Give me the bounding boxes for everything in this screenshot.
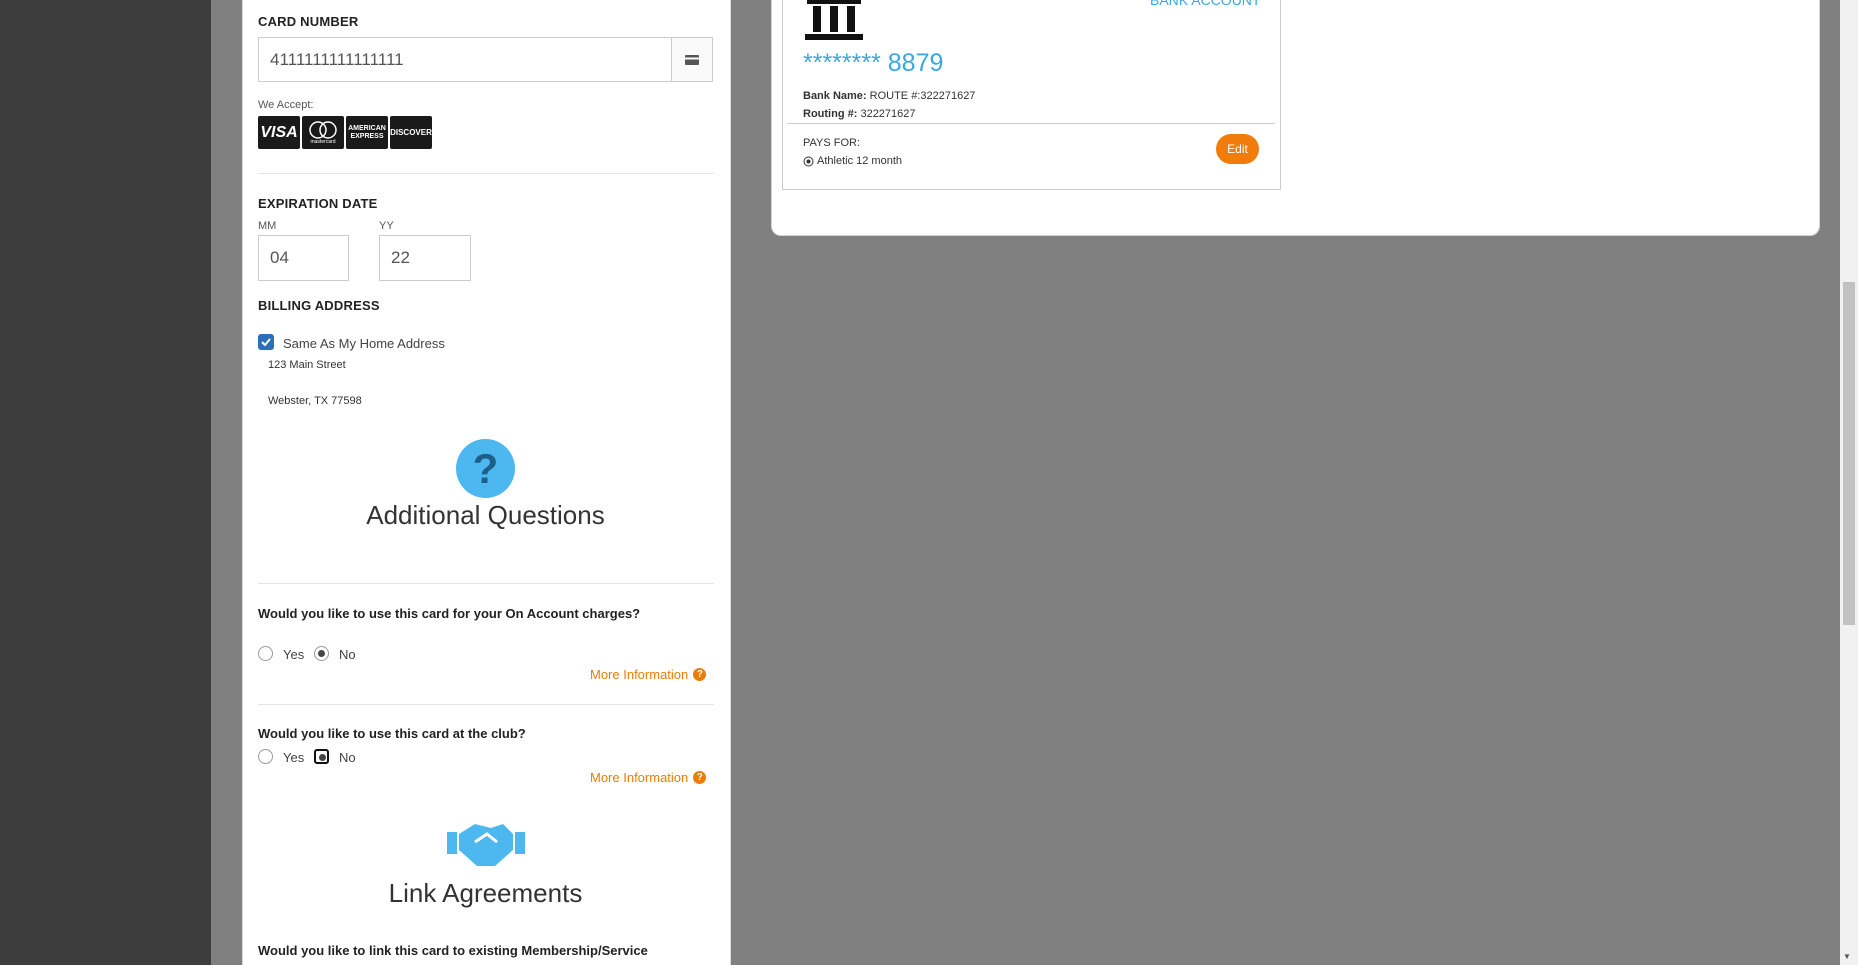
on-account-yes-radio[interactable] — [258, 646, 273, 661]
additional-questions-title: Additional Questions — [366, 500, 605, 530]
pays-for-item: Athletic 12 month — [803, 155, 902, 167]
expiration-date-label: EXPIRATION DATE — [258, 196, 378, 211]
card-number-input[interactable]: 4111111111111111 — [258, 37, 672, 82]
more-information-label: More Information — [590, 667, 689, 682]
more-information-label: More Information — [590, 770, 689, 785]
card-number-label: CARD NUMBER — [258, 14, 359, 29]
mastercard-logo: mastercard — [302, 116, 344, 149]
discover-logo: DISCOVER — [390, 116, 432, 149]
routing-row: Routing #: 322271627 — [803, 108, 916, 120]
link-membership-question: Would you like to link this card to exis… — [258, 943, 648, 958]
club-use-no-radio[interactable] — [314, 749, 329, 764]
pays-for-label: PAYS FOR: — [803, 137, 861, 149]
billing-address-label: BILLING ADDRESS — [258, 298, 380, 313]
club-use-yes-radio[interactable] — [258, 749, 273, 764]
more-information-link[interactable]: More Information ? — [590, 667, 707, 682]
scrollbar-thumb[interactable] — [1843, 282, 1855, 625]
amex-logo: AMERICAN EXPRESS — [346, 116, 388, 149]
scroll-down-arrow-icon[interactable]: ▼ — [1843, 952, 1851, 961]
question-mark-icon: ? — [456, 439, 515, 503]
same-address-label[interactable]: Same As My Home Address — [283, 336, 445, 351]
handshake-icon — [447, 820, 525, 873]
help-icon: ? — [693, 771, 707, 784]
svg-text:?: ? — [473, 445, 499, 492]
address-line-2: Webster, TX 77598 — [268, 395, 362, 407]
pays-for-item-label: Athletic 12 month — [817, 155, 902, 167]
masked-account-number: ******** 8879 — [803, 49, 944, 77]
help-icon: ? — [693, 668, 707, 681]
divider — [787, 123, 1275, 124]
credit-card-icon — [671, 37, 713, 82]
same-address-checkbox[interactable] — [258, 334, 274, 350]
on-account-question: Would you like to use this card for your… — [258, 606, 641, 621]
bank-name-value: ROUTE #:322271627 — [869, 90, 976, 102]
on-account-no-label: No — [339, 647, 356, 662]
mm-label: MM — [258, 220, 277, 232]
yy-label: YY — [379, 220, 394, 232]
left-dark-margin — [0, 0, 211, 965]
divider — [258, 583, 714, 584]
on-account-yes-label: Yes — [283, 647, 305, 662]
expiration-year-input[interactable]: 22 — [379, 235, 471, 281]
visa-logo: VISA — [258, 116, 300, 149]
club-use-question: Would you like to use this card at the c… — [258, 726, 526, 741]
bank-name-row: Bank Name: ROUTE #:322271627 — [803, 90, 975, 102]
routing-label: Routing #: — [803, 108, 858, 120]
bank-name-label: Bank Name: — [803, 90, 867, 102]
address-line-1: 123 Main Street — [268, 359, 346, 371]
edit-button[interactable]: Edit — [1216, 134, 1259, 164]
we-accept-label: We Accept: — [258, 99, 314, 111]
bank-account-type-label: BANK ACCOUNT — [1150, 0, 1261, 8]
club-use-yes-label: Yes — [283, 750, 305, 765]
bank-icon — [805, 0, 863, 47]
dot-circle-icon — [803, 156, 814, 167]
more-information-link[interactable]: More Information ? — [590, 770, 707, 785]
on-account-no-radio[interactable] — [314, 646, 329, 661]
divider — [258, 704, 714, 705]
link-agreements-title: Link Agreements — [388, 878, 583, 908]
club-use-no-label: No — [339, 750, 356, 765]
divider — [258, 173, 714, 174]
expiration-month-input[interactable]: 04 — [258, 235, 349, 281]
routing-value: 322271627 — [860, 108, 916, 120]
